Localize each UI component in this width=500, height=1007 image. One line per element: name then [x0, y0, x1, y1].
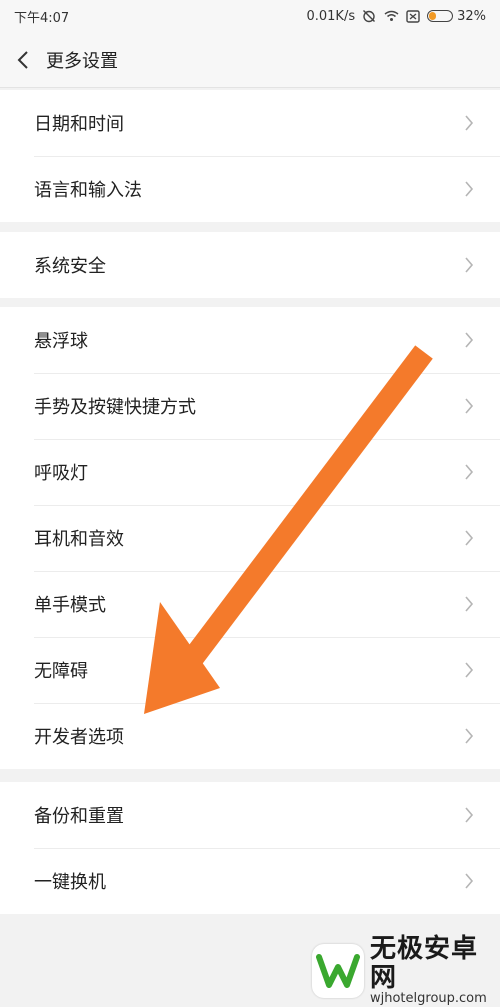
setting-label: 开发者选项	[34, 727, 124, 748]
battery-icon	[427, 10, 454, 22]
chevron-right-icon	[463, 726, 475, 746]
chevron-right-icon	[463, 805, 475, 825]
setting-label: 系统安全	[34, 256, 106, 277]
chevron-right-icon	[463, 594, 475, 614]
setting-accessibility[interactable]: 无障碍	[0, 637, 500, 703]
setting-notification-light[interactable]: 呼吸灯	[0, 439, 500, 505]
chevron-right-icon	[463, 396, 475, 416]
battery-indicator: 32%	[427, 9, 486, 24]
back-button[interactable]	[0, 32, 46, 88]
setting-language-input[interactable]: 语言和输入法	[0, 156, 500, 222]
setting-label: 无障碍	[34, 661, 88, 682]
setting-headphones-audio[interactable]: 耳机和音效	[0, 505, 500, 571]
setting-one-handed-mode[interactable]: 单手模式	[0, 571, 500, 637]
title-bar: 更多设置	[0, 32, 500, 88]
status-icons: 0.01K/s 32%	[306, 8, 486, 24]
settings-group-2: 系统安全	[0, 232, 500, 298]
watermark-logo	[312, 944, 364, 998]
setting-label: 呼吸灯	[34, 463, 88, 484]
chevron-right-icon	[463, 871, 475, 891]
watermark: 无极安卓网 wjhotelgroup.com	[312, 935, 500, 1006]
battery-percent: 32%	[457, 8, 486, 24]
setting-label: 手势及按键快捷方式	[34, 397, 196, 418]
chevron-right-icon	[463, 255, 475, 275]
status-time: 下午4:07	[14, 10, 70, 26]
w-logo-icon	[316, 954, 360, 988]
no-sim-icon	[405, 8, 421, 24]
settings-group-4: 备份和重置 一键换机	[0, 782, 500, 914]
setting-label: 耳机和音效	[34, 529, 124, 550]
setting-label: 一键换机	[34, 872, 106, 893]
setting-floating-ball[interactable]: 悬浮球	[0, 307, 500, 373]
setting-label: 备份和重置	[34, 806, 124, 827]
chevron-right-icon	[463, 330, 475, 350]
chevron-left-icon	[17, 50, 28, 69]
chevron-right-icon	[463, 660, 475, 680]
settings-group-1: 日期和时间 语言和输入法	[0, 90, 500, 222]
alarm-off-icon	[361, 8, 377, 24]
chevron-right-icon	[463, 113, 475, 133]
setting-developer-options[interactable]: 开发者选项	[0, 703, 500, 769]
setting-phone-migration[interactable]: 一键换机	[0, 848, 500, 914]
chevron-right-icon	[463, 462, 475, 482]
page-title: 更多设置	[46, 50, 118, 72]
net-speed: 0.01K/s	[306, 8, 356, 24]
setting-backup-reset[interactable]: 备份和重置	[0, 782, 500, 848]
setting-gestures-shortcuts[interactable]: 手势及按键快捷方式	[0, 373, 500, 439]
chevron-right-icon	[463, 179, 475, 199]
watermark-title: 无极安卓网	[370, 934, 479, 993]
setting-label: 日期和时间	[34, 114, 124, 135]
setting-label: 语言和输入法	[34, 180, 142, 201]
wifi-icon	[383, 8, 399, 24]
setting-label: 单手模式	[34, 595, 106, 616]
setting-system-security[interactable]: 系统安全	[0, 232, 500, 298]
status-bar: 下午4:07 0.01K/s 32%	[0, 0, 500, 32]
setting-label: 悬浮球	[34, 331, 88, 352]
chevron-right-icon	[463, 528, 475, 548]
settings-group-3: 悬浮球 手势及按键快捷方式 呼吸灯 耳机和音效 单手模式 无障碍 开发者选项	[0, 307, 500, 769]
setting-date-time[interactable]: 日期和时间	[0, 90, 500, 156]
